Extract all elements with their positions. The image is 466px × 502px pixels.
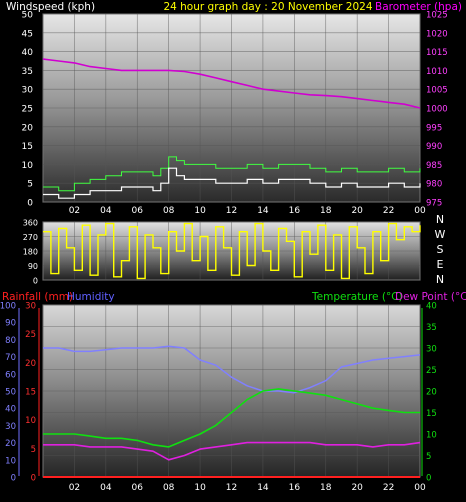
- y-tick-label: 0: [11, 474, 16, 484]
- x-tick-label: 06: [132, 206, 144, 216]
- y-tick-label: 360: [23, 219, 38, 228]
- y-tick-label: 25: [25, 330, 36, 340]
- temperature-axis-label: Temperature (°C): [311, 291, 403, 303]
- x-tick-label: 14: [257, 206, 269, 216]
- y-tick-label: 50: [22, 11, 34, 21]
- y-tick-label: 270: [23, 233, 38, 242]
- x-tick-label: 16: [289, 206, 301, 216]
- x-tick-label: 20: [351, 483, 363, 493]
- y-tick-label: 20: [22, 123, 34, 133]
- y-tick-label: 985: [426, 161, 442, 171]
- y-tick-label: 25: [426, 366, 437, 376]
- x-tick-label: 00: [414, 206, 426, 216]
- y-tick-label: 1020: [426, 29, 448, 39]
- y-tick-label: 40: [22, 48, 34, 58]
- y-tick-label: 10: [22, 161, 34, 171]
- x-tick-label: 20: [351, 206, 363, 216]
- y-tick-label: 10: [5, 456, 16, 466]
- panel1-x-ticks: 02 04 06 08 10 12 14 16 18 20 22 00: [69, 206, 426, 216]
- humidity-axis-ticks: 0 10 20 30 40 50 60 70 80 90 100: [0, 302, 16, 484]
- y-tick-label: 35: [22, 67, 33, 77]
- x-tick-label: 22: [383, 483, 394, 493]
- x-tick-label: 10: [194, 206, 206, 216]
- x-tick-label: 18: [320, 206, 332, 216]
- y-tick-label: 10: [25, 416, 36, 426]
- y-tick-label: 5: [31, 445, 36, 455]
- x-tick-label: 10: [194, 483, 206, 493]
- wind-axis-label: Windspeed (kph): [6, 1, 95, 13]
- y-tick-label: 1015: [426, 48, 448, 58]
- compass-west: W: [435, 228, 446, 241]
- y-tick-label: 30: [22, 86, 34, 96]
- x-tick-label: 00: [414, 483, 426, 493]
- y-tick-label: 40: [5, 405, 16, 415]
- y-tick-label: 1010: [426, 67, 448, 77]
- y-tick-label: 1005: [426, 86, 448, 96]
- weather-graph-svg: Windspeed (kph) 24 hour graph day : 20 N…: [0, 1, 466, 493]
- y-tick-label: 1000: [426, 105, 448, 115]
- y-tick-label: 975: [426, 199, 442, 209]
- x-tick-label: 16: [289, 483, 301, 493]
- compass-south: S: [437, 243, 444, 256]
- y-tick-label: 80: [5, 336, 16, 346]
- y-tick-label: 990: [426, 142, 442, 152]
- chart-title: 24 hour graph day : 20 November 2024: [163, 1, 372, 13]
- x-tick-label: 12: [226, 206, 237, 216]
- weather-graph-image: Windspeed (kph) 24 hour graph day : 20 N…: [0, 0, 466, 498]
- humidity-axis-label: Humidity: [67, 291, 115, 303]
- compass-north-top: N: [436, 213, 444, 226]
- y-tick-label: 70: [5, 353, 16, 363]
- barometer-axis-label: Barometer (hpa): [375, 1, 462, 13]
- barometer-axis-ticks: 975 980 985 990 995 1000 1005 1010 1015 1020 1025: [426, 11, 448, 209]
- y-tick-label: 40: [426, 302, 437, 312]
- x-tick-label: 08: [163, 483, 175, 493]
- x-tick-label: 22: [383, 206, 394, 216]
- y-tick-label: 90: [5, 319, 16, 329]
- y-tick-label: 100: [0, 302, 16, 312]
- y-tick-label: 15: [25, 388, 36, 398]
- x-tick-label: 02: [69, 206, 80, 216]
- x-tick-label: 18: [320, 483, 332, 493]
- y-tick-label: 60: [5, 370, 16, 380]
- x-tick-label: 14: [257, 483, 269, 493]
- x-tick-label: 08: [163, 206, 175, 216]
- y-tick-label: 50: [5, 388, 16, 398]
- y-tick-label: 995: [426, 123, 442, 133]
- y-tick-label: 20: [426, 388, 437, 398]
- y-tick-label: 0: [31, 474, 36, 484]
- y-tick-label: 5: [426, 452, 431, 462]
- temperature-axis-ticks: 0 5 10 15 20 25 30 35 40: [426, 302, 437, 484]
- y-tick-label: 980: [426, 180, 442, 190]
- y-tick-label: 20: [5, 439, 16, 449]
- y-tick-label: 45: [22, 29, 33, 39]
- y-tick-label: 0: [426, 474, 431, 484]
- x-tick-label: 04: [100, 206, 112, 216]
- wind-axis-ticks: 0 5 10 15 20 25 30 35 40 45 50: [22, 11, 34, 209]
- y-tick-label: 25: [22, 105, 33, 115]
- y-tick-label: 10: [426, 431, 437, 441]
- y-tick-label: 35: [426, 323, 437, 333]
- x-tick-label: 06: [132, 483, 144, 493]
- y-tick-label: 180: [23, 248, 38, 257]
- x-tick-label: 04: [100, 483, 112, 493]
- compass-north-bottom: N: [436, 273, 444, 286]
- rainfall-axis-ticks: 0 5 10 15 20 25 30: [25, 302, 36, 484]
- y-tick-label: 0: [27, 199, 33, 209]
- compass-east: E: [437, 258, 444, 271]
- y-tick-label: 90: [28, 262, 38, 271]
- y-tick-label: 5: [27, 180, 33, 190]
- y-tick-label: 1025: [426, 11, 448, 21]
- y-tick-label: 30: [426, 345, 437, 355]
- panel3-x-ticks: 02 04 06 08 10 12 14 16 18 20 22 00: [69, 483, 426, 493]
- direction-axis-ticks: 0 90 180 270 360: [23, 219, 38, 286]
- y-tick-label: 30: [25, 302, 36, 312]
- y-tick-label: 30: [5, 422, 16, 432]
- y-tick-label: 15: [426, 409, 437, 419]
- y-tick-label: 20: [25, 359, 36, 369]
- x-tick-label: 12: [226, 483, 237, 493]
- y-tick-label: 15: [22, 142, 33, 152]
- compass-labels: N W S E N: [435, 213, 446, 286]
- y-tick-label: 0: [33, 277, 38, 286]
- x-tick-label: 02: [69, 483, 80, 493]
